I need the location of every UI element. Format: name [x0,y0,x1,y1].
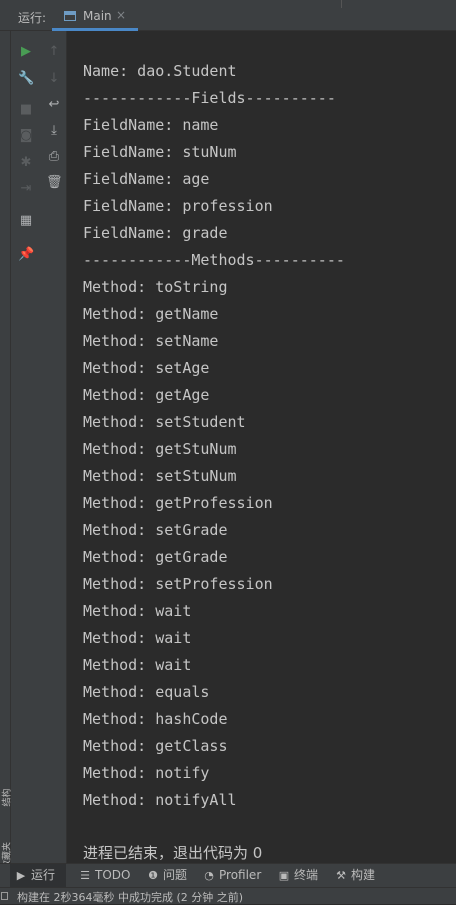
console-line: Method: getProfession [83,494,273,512]
soft-wrap-button[interactable]: ↩ [46,97,62,113]
left-tool-stripe: 结构 收藏夹 [0,31,13,869]
run-label: 运行: [18,11,47,25]
console-toolbar: ↑ ↓ ↩ ⤓ ⎙ 🗑 [41,31,67,863]
problem-icon: ❶ [148,869,158,882]
run-tool-window-header: 运行: Main × [0,0,456,31]
console-line: Method: setStuNum [83,467,237,485]
bug-icon: ✱ [20,155,32,170]
console-line: Method: setStudent [83,413,246,431]
list-icon: ☰ [80,869,90,882]
status-bar: 构建在 2秒364毫秒 中成功完成 (2 分钟 之前) [0,887,456,904]
status-text: 构建在 2秒364毫秒 中成功完成 (2 分钟 之前) [17,891,244,904]
console-line: Method: notifyAll [83,791,237,809]
pin-button[interactable]: 📌 [18,247,34,263]
hammer-icon: ⚒ [336,869,346,882]
console-line: Method: hashCode [83,710,228,728]
console-line: ------------Fields---------- [83,89,336,107]
console-line: Method: wait [83,656,192,674]
toolwindow-label: 终端 [294,868,319,882]
status-icon[interactable] [1,892,8,900]
console-line: Method: getClass [83,737,228,755]
console-line: FieldName: stuNum [83,143,237,161]
toolwindow-label: 问题 [163,868,188,882]
layout-button[interactable]: ▦ [18,213,34,229]
console-line: Method: setAge [83,359,210,377]
console-line: Method: getGrade [83,548,228,566]
console-line: Method: getStuNum [83,440,237,458]
profiler-icon: ◔ [204,869,214,882]
trash-icon: 🗑 [46,175,63,190]
console-line: FieldName: grade [83,224,228,242]
tab-main[interactable]: Main × [52,4,138,31]
run-icon: ▶ [21,44,31,59]
toolwindow-todo[interactable]: ☰ TODO [78,864,130,887]
scroll-to-end-icon: ⤓ [51,123,57,138]
exit-button: ⇥ [18,181,34,197]
up-arrow-button: ↑ [46,44,62,60]
wrench-icon: 🔧 [18,71,35,86]
down-arrow-button: ↓ [46,71,62,87]
print-button[interactable]: ⎙ [46,149,62,165]
soft-wrap-icon: ↩ [48,97,60,112]
toolwindow-build[interactable]: ⚒ 构建 [334,864,375,887]
console-line: Method: setGrade [83,521,228,539]
tool-window-bar: ▶ 运行 ☰ TODO ❶ 问题 ◔ Profiler ▣ 终端 ⚒ 构建 [0,863,456,887]
tab-main-label: Main [83,9,112,23]
console-line: Method: notify [83,764,210,782]
console-line: Method: toString [83,278,228,296]
toolwindow-label: TODO [95,868,131,882]
run-toolbar: ▶ 🔧 ■ ◙ ✱ ⇥ ▦ 📌 [11,31,41,863]
stop-icon: ■ [19,102,33,117]
terminal-icon: ▣ [278,869,290,882]
print-icon: ⎙ [48,149,60,164]
up-arrow-icon: ↑ [48,44,60,59]
console-line: Method: setName [83,332,219,350]
console-line: Method: wait [83,629,192,647]
console-line: Method: getAge [83,386,210,404]
process-exit-line: 进程已结束，退出代码为 0 [83,844,263,862]
bug-button: ✱ [18,155,34,171]
pin-icon: 📌 [18,247,35,262]
layout-icon: ▦ [19,213,33,228]
toolwindow-problems[interactable]: ❶ 问题 [146,864,187,887]
console-line: ------------Methods---------- [83,251,345,269]
console-line: FieldName: name [83,116,219,134]
toolwindow-terminal[interactable]: ▣ 终端 [277,864,318,887]
toolwindow-label: 运行 [31,868,56,882]
console-line: FieldName: age [83,170,210,188]
exit-icon: ⇥ [20,181,32,196]
wrench-button[interactable]: 🔧 [18,71,34,87]
toolwindow-label: Profiler [219,868,262,882]
stop-button: ■ [18,102,34,118]
toolwindow-run[interactable]: ▶ 运行 [10,864,66,887]
toolwindow-label: 构建 [351,868,376,882]
console-line: Method: getName [83,305,219,323]
console-line: Method: wait [83,602,192,620]
console-line: Name: dao.Student [83,62,237,80]
console-line: Method: setProfession [83,575,273,593]
console-output[interactable]: Name: dao.Student ------------Fields-----… [67,31,456,863]
trash-button[interactable]: 🗑 [46,175,63,191]
scroll-to-end-button[interactable]: ⤓ [46,123,62,139]
run-icon: ▶ [16,869,26,882]
down-arrow-icon: ↓ [48,71,60,86]
camera-icon: ◙ [19,128,33,143]
window-icon [64,11,76,21]
close-icon[interactable]: × [116,8,126,22]
camera-button: ◙ [18,128,34,144]
run-button[interactable]: ▶ [18,44,34,60]
console-line: Method: equals [83,683,210,701]
toolwindow-profiler[interactable]: ◔ Profiler [202,864,261,887]
console-line: FieldName: profession [83,197,273,215]
header-divider [341,0,342,8]
